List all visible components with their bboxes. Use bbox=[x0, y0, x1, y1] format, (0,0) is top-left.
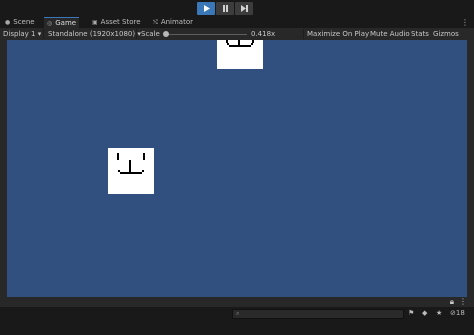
step-button[interactable] bbox=[235, 2, 253, 15]
tab-game-label: Game bbox=[55, 18, 77, 27]
display-dropdown[interactable]: Display 1 ▾ bbox=[3, 28, 41, 40]
divider bbox=[43, 29, 44, 39]
console-toolbar: ⌕ ⚑ ◆ ★ ⊘18 bbox=[0, 307, 474, 319]
tab-game[interactable]: ◎ Game bbox=[44, 17, 80, 28]
chevron-down-icon: ▾ bbox=[37, 30, 42, 38]
panel-header: 🔒︎ ⋮ bbox=[0, 297, 474, 307]
asset-store-icon: ▣ bbox=[92, 19, 98, 26]
tab-animator-label: Animator bbox=[160, 18, 193, 26]
stats-toggle[interactable]: Stats bbox=[411, 28, 429, 40]
pause-icon bbox=[222, 5, 228, 12]
tab-asset-store[interactable]: ▣ Asset Store bbox=[89, 17, 144, 28]
play-toolbar bbox=[0, 0, 474, 17]
tab-asset-store-label: Asset Store bbox=[100, 18, 141, 26]
game-viewport[interactable] bbox=[7, 40, 467, 297]
menu-icon[interactable]: ⋮ bbox=[459, 297, 467, 307]
divider bbox=[136, 29, 137, 39]
tab-menu-icon[interactable]: ⋮ bbox=[461, 17, 469, 28]
panel-controls: 🔒︎ ⋮ bbox=[450, 297, 467, 307]
display-label: Display 1 bbox=[3, 30, 36, 38]
star-icon[interactable]: ★ bbox=[436, 308, 442, 318]
lock-icon[interactable]: 🔒︎ bbox=[450, 297, 454, 307]
play-controls bbox=[197, 2, 253, 15]
unity-editor-window: ● Scene ◎ Game ▣ Asset Store ⤭ Animator … bbox=[0, 0, 474, 335]
tab-scene-label: Scene bbox=[13, 18, 35, 26]
resolution-dropdown[interactable]: Standalone (1920x1080) ▾ bbox=[48, 28, 141, 40]
face-sprite bbox=[217, 40, 263, 69]
scale-label: Scale bbox=[141, 30, 160, 38]
game-icon: ◎ bbox=[47, 19, 53, 27]
warning-count: 18 bbox=[455, 309, 465, 317]
tab-animator[interactable]: ⤭ Animator bbox=[150, 17, 196, 28]
mute-audio-toggle[interactable]: Mute Audio bbox=[370, 28, 410, 40]
tab-scene[interactable]: ● Scene bbox=[2, 17, 38, 28]
play-icon bbox=[203, 5, 210, 12]
scene-icon: ● bbox=[5, 19, 11, 26]
filter-icon[interactable]: ⚑ bbox=[408, 308, 414, 318]
gizmos-dropdown[interactable]: Gizmos bbox=[433, 28, 459, 40]
pause-button[interactable] bbox=[216, 2, 234, 15]
viewport-gutter-left bbox=[0, 40, 7, 297]
divider bbox=[303, 29, 304, 39]
face-sprite bbox=[108, 148, 154, 194]
editor-tab-strip: ● Scene ◎ Game ▣ Asset Store ⤭ Animator … bbox=[0, 17, 474, 28]
tag-icon[interactable]: ◆ bbox=[422, 308, 427, 318]
maximize-on-play-toggle[interactable]: Maximize On Play bbox=[307, 28, 369, 40]
search-icon: ⌕ bbox=[236, 310, 240, 317]
scale-value: 0.418x bbox=[251, 30, 276, 38]
console-body bbox=[0, 319, 474, 335]
warning-count-button[interactable]: ⊘18 bbox=[450, 308, 465, 318]
scale-slider-handle[interactable] bbox=[163, 31, 169, 37]
console-search-input[interactable]: ⌕ bbox=[232, 309, 404, 319]
resolution-label: Standalone (1920x1080) bbox=[48, 30, 136, 38]
play-button[interactable] bbox=[197, 2, 215, 15]
viewport-gutter-right bbox=[467, 40, 474, 297]
step-icon bbox=[240, 5, 248, 12]
game-view-toolbar: Display 1 ▾ Standalone (1920x1080) ▾ Sca… bbox=[0, 28, 474, 40]
animator-icon: ⤭ bbox=[153, 19, 158, 26]
scale-slider-track[interactable] bbox=[165, 34, 247, 35]
